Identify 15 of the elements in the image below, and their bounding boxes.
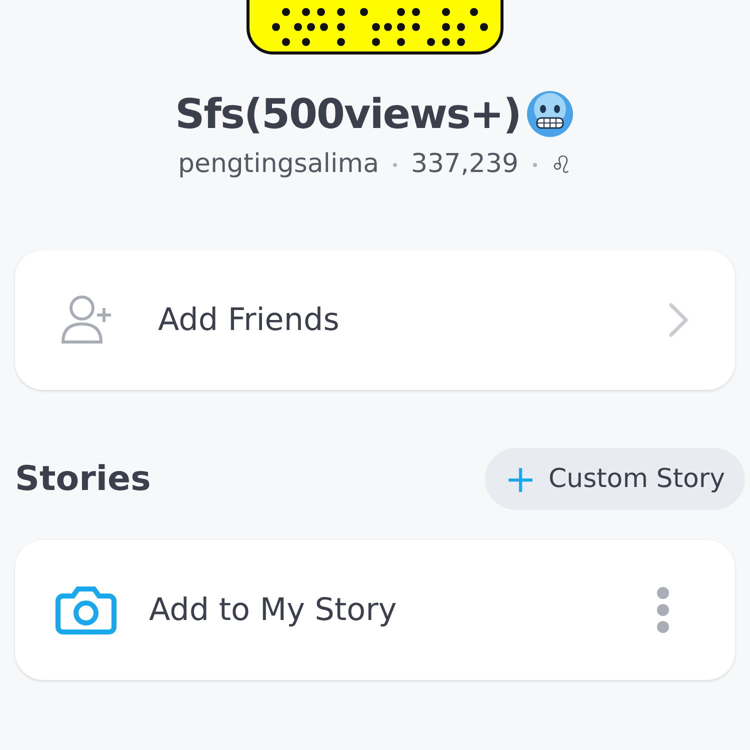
- snap-score: 337,239: [411, 148, 519, 181]
- chevron-right-icon: [668, 302, 690, 338]
- story-row[interactable]: Add to My Story: [15, 540, 735, 680]
- username: pengtingsalima: [178, 148, 380, 181]
- custom-story-button[interactable]: + Custom Story: [484, 448, 745, 510]
- story-label: Add to My Story: [149, 590, 398, 630]
- plus-icon: +: [504, 460, 536, 498]
- camera-icon: [55, 584, 117, 636]
- more-options-icon[interactable]: [656, 586, 670, 634]
- cold-face-icon: [524, 89, 575, 139]
- add-friends-label: Add Friends: [158, 300, 340, 340]
- display-name: Sfs(500views+): [175, 94, 521, 134]
- zodiac-sign: ♌: [550, 150, 572, 180]
- add-friends-row[interactable]: Add Friends: [15, 250, 735, 390]
- stories-heading: Stories: [15, 458, 151, 500]
